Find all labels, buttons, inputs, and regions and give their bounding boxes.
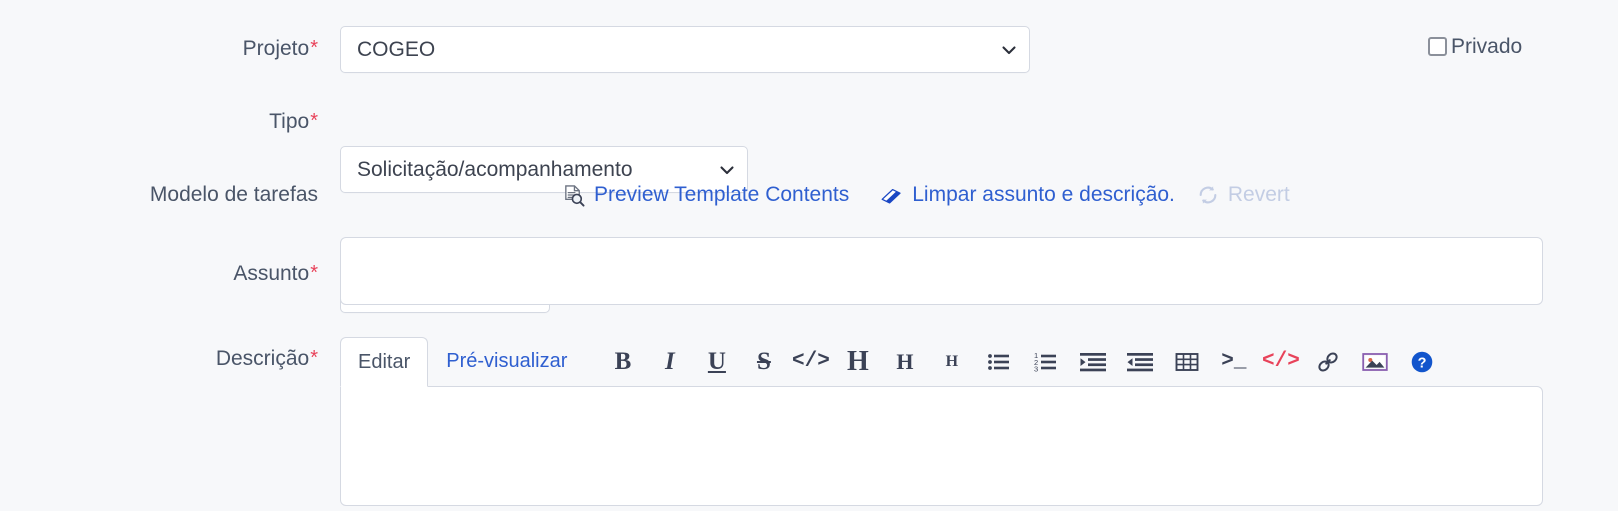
refresh-icon [1197, 184, 1219, 206]
select-projeto-value: COGEO [357, 37, 436, 61]
issue-form: Projeto* COGEO Privado Tipo* Solicitação… [0, 0, 1618, 511]
required-asterisk: * [310, 347, 318, 369]
clear-subject-description-link[interactable]: Limpar assunto e descrição. [879, 183, 1175, 207]
heading-2-icon[interactable]: H [881, 338, 928, 385]
italic-icon[interactable]: I [646, 338, 693, 385]
preview-template-contents-link[interactable]: Preview Template Contents [562, 183, 849, 207]
svg-text:3: 3 [1034, 364, 1038, 373]
clear-subject-description-label: Limpar assunto e descrição. [912, 183, 1175, 206]
select-projeto[interactable]: COGEO [340, 26, 1030, 73]
revert-link: Revert [1197, 183, 1290, 207]
label-tipo: Tipo* [269, 110, 318, 133]
unordered-list-icon[interactable] [975, 338, 1022, 385]
required-asterisk: * [310, 37, 318, 59]
strikethrough-icon[interactable]: S [740, 338, 787, 385]
label-projeto: Projeto* [242, 37, 318, 60]
tab-editar[interactable]: Editar [340, 337, 429, 387]
inline-code-icon[interactable]: </> [787, 338, 834, 385]
field-row-projeto: Projeto* [0, 38, 322, 59]
heading-3-icon[interactable]: H [928, 338, 975, 385]
required-asterisk: * [310, 110, 318, 132]
ordered-list-icon[interactable]: 1 2 3 [1022, 338, 1069, 385]
eraser-icon [879, 183, 903, 207]
label-assunto: Assunto* [233, 262, 318, 285]
privado-checkbox-group[interactable]: Privado [1428, 36, 1522, 57]
table-icon[interactable] [1163, 338, 1210, 385]
underline-icon[interactable]: U [693, 338, 740, 385]
editor-tabs-bar: Editar Pré-visualizar B I U S </> H H H [340, 337, 1543, 387]
editor-toolbar: B I U S </> H H H 1 2 3 >_ </> ? [599, 337, 1543, 386]
description-editor: Editar Pré-visualizar B I U S </> H H H [340, 337, 1543, 506]
label-modelo-de-tarefas: Modelo de tarefas [149, 183, 318, 206]
privado-label: Privado [1451, 35, 1523, 58]
indent-increase-icon[interactable] [1069, 338, 1116, 385]
revert-label: Revert [1227, 183, 1290, 206]
svg-text:?: ? [1417, 355, 1426, 371]
heading-1-icon[interactable]: H [834, 338, 881, 385]
link-icon[interactable] [1304, 338, 1351, 385]
required-asterisk: * [310, 262, 318, 284]
field-row-tipo: Tipo* [0, 111, 322, 132]
tab-pre-visualizar[interactable]: Pré-visualizar [428, 337, 585, 386]
label-descricao: Descrição* [215, 347, 318, 370]
template-actions: Preview Template Contents Limpar assunto… [562, 176, 1290, 214]
chevron-down-icon [1001, 42, 1017, 58]
image-icon[interactable] [1351, 338, 1398, 385]
descricao-textarea[interactable] [340, 386, 1543, 506]
assunto-input[interactable] [340, 237, 1543, 305]
terminal-icon[interactable]: >_ [1210, 338, 1257, 385]
field-row-assunto: Assunto* [0, 263, 322, 284]
help-icon[interactable]: ? [1398, 338, 1445, 385]
bold-icon[interactable]: B [599, 338, 646, 385]
privado-checkbox[interactable] [1428, 37, 1447, 56]
field-row-modelo-de-tarefas: Modelo de tarefas [0, 184, 322, 205]
field-row-descricao: Descrição* [0, 348, 322, 369]
document-search-icon [562, 184, 585, 207]
code-block-icon[interactable]: </> [1257, 338, 1304, 385]
indent-decrease-icon[interactable] [1116, 338, 1163, 385]
preview-template-contents-label: Preview Template Contents [594, 183, 850, 206]
